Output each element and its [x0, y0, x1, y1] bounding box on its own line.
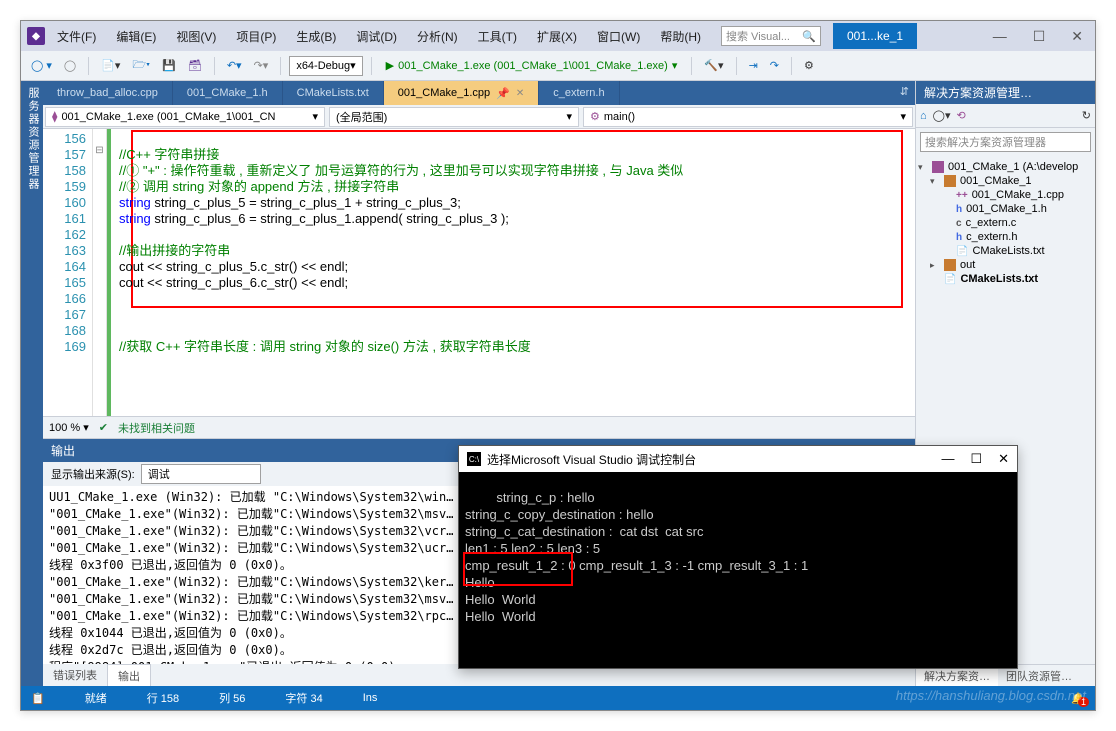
menu-debug[interactable]: 调试(D) [348, 24, 405, 49]
tabs-overflow-icon[interactable]: ⇵ [894, 81, 915, 105]
nav-func-combo[interactable]: ⚙main()▾ [583, 107, 913, 127]
tab-output[interactable]: 输出 [107, 664, 151, 686]
debug-console-window: C:\ 选择Microsoft Visual Studio 调试控制台 — ☐ … [458, 445, 1018, 669]
solution-title: 解决方案资源管理… [916, 81, 1095, 104]
menu-extensions[interactable]: 扩展(X) [529, 24, 585, 49]
close-icon[interactable]: ✕ [516, 88, 524, 99]
status-ready: 就绪 [85, 690, 107, 706]
console-minimize[interactable]: — [941, 451, 954, 467]
tab-error-list[interactable]: 错误列表 [43, 664, 107, 686]
nav-project-combo[interactable]: ⧫001_CMake_1.exe (001_CMake_1\001_CN▾ [45, 107, 325, 127]
output-source-combo[interactable]: 调试 [141, 464, 261, 484]
undo-button[interactable]: ↶▾ [223, 57, 246, 74]
open-button[interactable]: 🗁▾ [128, 54, 154, 77]
search-input[interactable]: 搜索 Visual... 🔍 [721, 26, 821, 46]
status-ins: Ins [363, 692, 378, 704]
file-tabs: throw_bad_alloc.cpp 001_CMake_1.h CMakeL… [43, 81, 915, 105]
vs-logo-icon: ◆ [27, 27, 45, 45]
menu-help[interactable]: 帮助(H) [652, 24, 709, 49]
file-tab-throw[interactable]: throw_bad_alloc.cpp [43, 81, 173, 105]
changes-icon[interactable]: ⟲ [957, 109, 966, 122]
file-tab-cmake[interactable]: CMakeLists.txt [283, 81, 384, 105]
console-icon: C:\ [467, 452, 481, 466]
save-all-button[interactable]: 🗃 [184, 57, 206, 74]
status-col: 列 56 [219, 690, 245, 706]
title-bar: ◆ 文件(F) 编辑(E) 视图(V) 项目(P) 生成(B) 调试(D) 分析… [21, 21, 1095, 51]
main-toolbar: ◯ ▾ ◯ 📄▾ 🗁▾ 💾 🗃 ↶▾ ↷▾ x64-Debug ▾ ▶ 001_… [21, 51, 1095, 81]
console-output[interactable]: string_c_p : hello string_c_copy_destina… [459, 472, 1017, 668]
refresh-icon[interactable]: ↻ [1082, 109, 1091, 122]
editor-status-bar: 100 % ▾ ✔ 未找到相关问题 [43, 416, 915, 438]
menu-file[interactable]: 文件(F) [49, 24, 104, 49]
solution-search[interactable]: 搜索解决方案资源管理器 [920, 132, 1091, 152]
menu-project[interactable]: 项目(P) [228, 24, 284, 49]
menu-view[interactable]: 视图(V) [168, 24, 224, 49]
menu-build[interactable]: 生成(B) [288, 24, 344, 49]
watermark: https://hanshuliang.blog.csdn.net [896, 688, 1086, 703]
solution-toolbar: ⌂ ◯▾ ⟲ ↻ [916, 104, 1095, 128]
extra-button[interactable]: ⚙ [800, 57, 818, 74]
file-tab-extern[interactable]: c_extern.h [539, 81, 619, 105]
fold-column[interactable]: ⊟ [93, 129, 107, 416]
new-button[interactable]: 📄▾ [97, 57, 124, 74]
maximize-button[interactable]: ☐ [1027, 24, 1052, 49]
pin-icon[interactable]: 📌 [496, 87, 510, 100]
search-icon: 🔍 [802, 30, 816, 43]
status-doc-icon: 📋 [31, 692, 45, 705]
file-tab-header[interactable]: 001_CMake_1.h [173, 81, 283, 105]
check-icon: ✔ [99, 421, 108, 434]
menu-tools[interactable]: 工具(T) [470, 24, 525, 49]
menu-analyze[interactable]: 分析(N) [409, 24, 466, 49]
nav-fwd-button[interactable]: ◯ [60, 57, 80, 74]
redo-button[interactable]: ↷▾ [250, 57, 273, 74]
console-title-text: 选择Microsoft Visual Studio 调试控制台 [487, 451, 696, 468]
project-tab[interactable]: 001...ke_1 [833, 23, 917, 49]
step-over-button[interactable]: ↷ [766, 57, 783, 74]
step-button[interactable]: ⇥ [745, 57, 762, 74]
build-button[interactable]: 🔨▾ [700, 57, 727, 74]
zoom-combo[interactable]: 100 % ▾ [49, 421, 89, 434]
console-titlebar[interactable]: C:\ 选择Microsoft Visual Studio 调试控制台 — ☐ … [459, 446, 1017, 472]
status-line: 行 158 [147, 690, 179, 706]
home-icon[interactable]: ⌂ [920, 110, 927, 122]
line-gutter: 156157158 159160161 162163164 165166167 … [43, 129, 93, 416]
close-button[interactable]: ✕ [1065, 24, 1089, 49]
status-char: 字符 34 [285, 690, 322, 706]
console-maximize[interactable]: ☐ [970, 451, 982, 467]
menu-window[interactable]: 窗口(W) [589, 24, 648, 49]
code-nav-bar: ⧫001_CMake_1.exe (001_CMake_1\001_CN▾ (全… [43, 105, 915, 129]
sidebar-left: 服务器资源管理器 工具箱 [21, 81, 43, 686]
nav-back-button[interactable]: ◯ ▾ [27, 57, 56, 74]
save-button[interactable]: 💾 [158, 57, 180, 74]
server-explorer-tab[interactable]: 服务器资源管理器 [25, 87, 41, 680]
console-close[interactable]: ✕ [998, 451, 1009, 467]
back-icon[interactable]: ◯▾ [933, 109, 951, 122]
nav-scope-combo[interactable]: (全局范围)▾ [329, 107, 579, 127]
config-selector[interactable]: x64-Debug ▾ [289, 56, 362, 76]
no-issues-label: 未找到相关问题 [118, 420, 195, 436]
code-editor[interactable]: 156157158 159160161 162163164 165166167 … [43, 129, 915, 416]
file-tab-main-cpp[interactable]: 001_CMake_1.cpp📌✕ [384, 81, 539, 105]
menu-edit[interactable]: 编辑(E) [108, 24, 164, 49]
minimize-button[interactable]: — [987, 24, 1013, 49]
run-button[interactable]: ▶ 001_CMake_1.exe (001_CMake_1\001_CMake… [380, 57, 684, 74]
output-source-label: 显示输出来源(S): [51, 466, 135, 482]
